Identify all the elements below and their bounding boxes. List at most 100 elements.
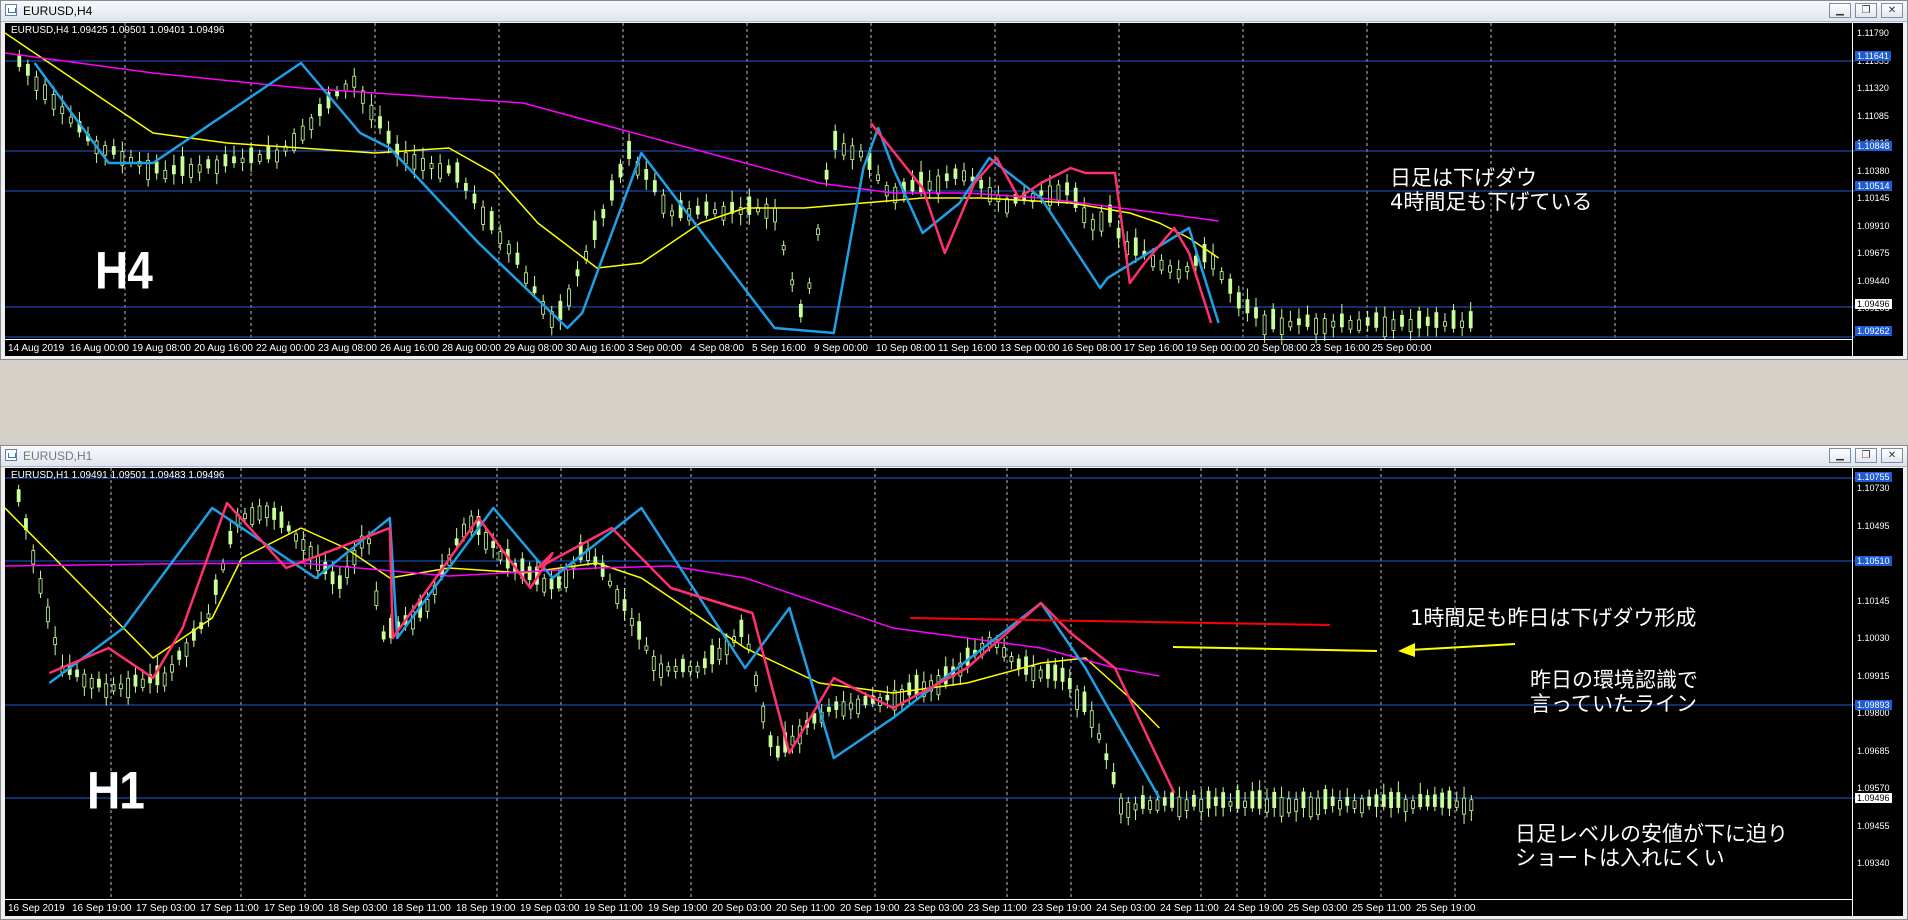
time-tick-label: 11 Sep 16:00 — [938, 343, 997, 354]
candle-h1-body — [1170, 792, 1174, 808]
restore-button[interactable]: ❐ — [1855, 3, 1877, 18]
candle-h4-body — [1271, 308, 1276, 330]
candle-h1-body — [1462, 797, 1466, 815]
minimize-button[interactable]: ▁ — [1829, 448, 1851, 463]
candle-h1-body — [1046, 663, 1050, 679]
candle-h1-body — [754, 674, 758, 687]
candle-h4-body — [1357, 319, 1361, 331]
price-level-badge: 1.11641 — [1855, 51, 1891, 61]
time-tick-label: 23 Sep 11:00 — [968, 903, 1027, 914]
candle-h4-body — [1116, 228, 1121, 239]
price-tick-label: 1.10145 — [1857, 193, 1890, 203]
candle-h4-body — [1408, 318, 1413, 332]
candle-h4-body — [352, 75, 357, 88]
candle-h1-body — [294, 533, 298, 542]
candle-h1-body — [1082, 691, 1087, 713]
candle-h1-body — [454, 538, 459, 546]
candle-h4-body — [1176, 268, 1181, 280]
candle-h4-body — [1365, 317, 1370, 326]
restore-button[interactable]: ❐ — [1855, 448, 1877, 463]
candle-h4-body — [463, 183, 468, 191]
time-tick-label: 23 Sep 19:00 — [1032, 903, 1092, 914]
candle-h1-body — [1133, 803, 1138, 811]
price-chart-h1[interactable]: EURUSD,H1 1.09491 1.09501 1.09483 1.0949… — [5, 468, 1903, 916]
time-tick-label: 19 Sep 11:00 — [584, 903, 643, 914]
candle-h4-body — [51, 94, 56, 110]
zigzag-swing-blue — [33, 61, 1220, 335]
title-bar-h1[interactable]: EURUSD,H1 ▁ ❐ ✕ — [1, 446, 1907, 467]
candle-h1-body — [615, 589, 620, 605]
close-button[interactable]: ✕ — [1881, 448, 1903, 463]
price-axis-h1[interactable]: 1.107301.104951.102651.101451.100301.099… — [1852, 468, 1903, 916]
candle-h4-body — [781, 245, 786, 251]
candle-h1-body — [608, 580, 612, 586]
chart-canvas-h4[interactable] — [5, 23, 1903, 356]
candle-h4-body — [1382, 316, 1387, 338]
candle-h4-body — [859, 150, 863, 158]
candle-h1-body — [1323, 789, 1328, 810]
candle-h1-body — [75, 669, 79, 678]
candle-h4-body — [704, 201, 709, 216]
price-chart-h4[interactable]: EURUSD,H4 1.09425 1.09501 1.09401 1.0949… — [5, 23, 1903, 356]
time-tick-label: 23 Sep 16:00 — [1310, 343, 1370, 354]
price-level-badge: 1.09893 — [1855, 700, 1892, 710]
candle-h1-body — [1411, 800, 1415, 809]
candle-h4-body — [670, 210, 674, 217]
candle-h4-body — [567, 288, 571, 307]
close-button[interactable]: ✕ — [1881, 3, 1903, 18]
price-level-badge: 1.10755 — [1855, 472, 1892, 482]
candle-h4-body — [386, 130, 391, 144]
candle-h4-body — [1374, 312, 1379, 328]
candle-h4-body — [1314, 317, 1319, 335]
candle-h4-body — [936, 175, 941, 195]
candle-h4-body — [1297, 318, 1301, 326]
price-tick-label: 1.10030 — [1857, 633, 1890, 643]
candle-h4-body — [532, 286, 537, 294]
candle-h1-body — [1097, 733, 1101, 740]
candle-h4-body — [154, 161, 159, 174]
chart-window-h1[interactable]: EURUSD,H1 ▁ ❐ ✕ EURUSD,H1 1.09491 1.0950… — [0, 445, 1908, 920]
candle-h1-body — [82, 673, 87, 688]
candle-h1-body — [1294, 799, 1299, 812]
time-tick-label: 25 Sep 03:00 — [1288, 903, 1348, 914]
candle-h4-body — [300, 125, 305, 141]
candle-h1-body — [483, 531, 488, 550]
price-tick-label: 1.09440 — [1857, 275, 1890, 286]
candle-h1-body — [542, 577, 547, 593]
trendline-yellow — [1172, 646, 1378, 652]
time-tick-label: 19 Sep 00:00 — [1186, 343, 1246, 354]
time-axis-h1[interactable]: 16 Sep 2019 16 Sep 19:00 17 Sep 03:00 17 Se… — [5, 899, 1853, 916]
candle-h4-body — [171, 165, 176, 175]
candle-h1-body — [374, 590, 379, 606]
candle-h4-body — [1443, 321, 1447, 327]
candle-h1-body — [710, 645, 715, 665]
time-tick-label: 24 Sep 11:00 — [1160, 903, 1219, 914]
candle-h1-body — [1381, 794, 1386, 807]
candle-h4-body — [189, 164, 193, 178]
candle-h1-body — [1432, 794, 1437, 807]
candle-h1-body — [425, 599, 430, 612]
window-title-h1: EURUSD,H1 — [23, 449, 93, 463]
time-tick-label: 28 Aug 00:00 — [442, 343, 501, 354]
candle-h4-body — [489, 211, 494, 231]
candle-h1-body — [1002, 647, 1007, 658]
candle-h1-body — [1440, 792, 1445, 808]
candle-h1-body — [1126, 802, 1131, 818]
candle-h1-body — [1418, 794, 1423, 808]
chart-window-h4[interactable]: EURUSD,H4 ▁ ❐ ✕ EURUSD,H4 1.09425 1.0950… — [0, 0, 1908, 360]
candle-h4-body — [721, 205, 726, 221]
candle-h1-body — [162, 672, 167, 687]
minimize-button[interactable]: ▁ — [1829, 3, 1851, 18]
candle-h1-body — [177, 650, 182, 660]
title-bar-h4[interactable]: EURUSD,H4 ▁ ❐ ✕ — [1, 1, 1907, 22]
price-axis-h4[interactable]: 1.117901.115551.113201.110851.106151.103… — [1852, 23, 1903, 356]
time-tick-label: 9 Sep 00:00 — [814, 343, 868, 354]
candle-h1-body — [38, 578, 43, 594]
candle-h1-body — [666, 666, 671, 672]
candle-h4-body — [850, 145, 855, 160]
candle-h1-body — [834, 701, 839, 711]
chart-window-icon — [5, 449, 17, 461]
time-axis-h4[interactable]: 14 Aug 2019 16 Aug 00:00 19 Aug 08:00 20 Au… — [5, 339, 1853, 356]
candle-h4-body — [962, 170, 966, 182]
time-tick-label: 23 Sep 03:00 — [904, 903, 964, 914]
